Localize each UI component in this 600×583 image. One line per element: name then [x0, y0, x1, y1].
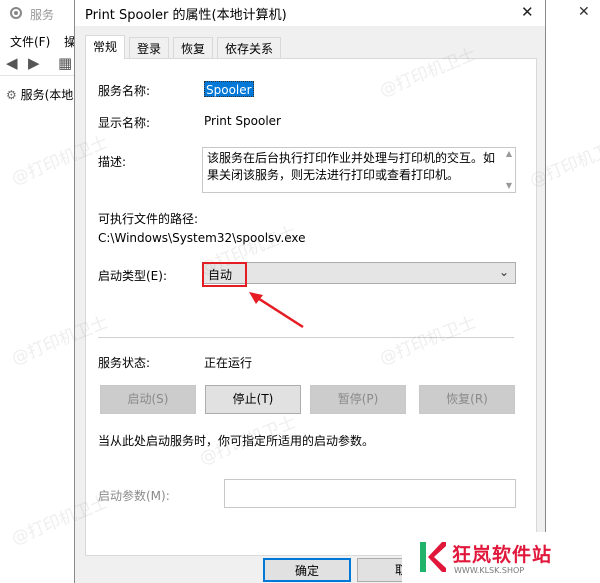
dialog-close-icon[interactable]: ✕: [521, 3, 534, 21]
scroll-down-icon[interactable]: ▼: [504, 181, 514, 191]
general-panel: 服务名称: Spooler 显示名称: Print Spooler 描述: 该服…: [85, 58, 537, 556]
services-right-panel: [544, 0, 600, 583]
ok-button[interactable]: 确定: [263, 558, 351, 582]
close-icon[interactable]: ✕: [578, 4, 590, 20]
services-title: 服务: [30, 8, 55, 22]
service-name-value[interactable]: Spooler: [204, 81, 254, 97]
tab-dependencies[interactable]: 依存关系: [217, 37, 282, 58]
stop-button[interactable]: 停止(T): [205, 385, 301, 414]
start-params-hint: 当从此处启动服务时，你可指定所适用的启动参数。: [98, 434, 375, 448]
forward-arrow-icon[interactable]: ▶: [28, 54, 46, 72]
service-status-value: 正在运行: [204, 356, 253, 370]
dialog-titlebar: Print Spooler 的属性(本地计算机) ✕: [75, 0, 545, 26]
description-textbox[interactable]: 该服务在后台执行打印作业并处理与打印机的交互。如果关闭该服务，则无法进行打印或查…: [202, 147, 516, 193]
logo-url: WWW.KLSK.SHOP: [454, 566, 525, 575]
startup-type-label: 启动类型(E):: [98, 269, 167, 283]
menu-file[interactable]: 文件(F): [10, 33, 50, 50]
path-label: 可执行文件的路径:: [98, 212, 199, 226]
service-status-label: 服务状态:: [98, 356, 151, 370]
tab-recovery[interactable]: 恢复: [173, 37, 214, 58]
logo-k-icon: [420, 542, 446, 572]
start-params-input[interactable]: [224, 479, 516, 508]
startup-type-select[interactable]: 自动 ⌄: [202, 262, 516, 284]
logo-name: 狂岚软件站: [452, 544, 553, 566]
section-divider: [98, 337, 514, 338]
services-toolbar: ◀ ▶ ▦: [0, 52, 80, 76]
tree-item-label: 服务(本地: [20, 88, 74, 102]
services-gear-icon: [10, 7, 22, 19]
properties-dialog: Print Spooler 的属性(本地计算机) ✕ 常规 登录 恢复 依存关系…: [74, 0, 546, 583]
chevron-down-icon: ⌄: [498, 265, 509, 279]
annotation-highlight-box: [202, 262, 247, 287]
annotation-arrow-icon: [249, 292, 304, 329]
display-name-label: 显示名称:: [98, 116, 151, 130]
services-gear-icon: ⚙: [6, 88, 17, 102]
scroll-up-icon[interactable]: ▲: [504, 149, 514, 159]
display-name-value[interactable]: Print Spooler: [204, 114, 281, 128]
start-button[interactable]: 启动(S): [100, 385, 196, 414]
tab-logon[interactable]: 登录: [129, 37, 170, 58]
back-arrow-icon[interactable]: ◀: [6, 54, 24, 72]
site-logo: 狂岚软件站 WWW.KLSK.SHOP: [402, 532, 600, 583]
resume-button[interactable]: 恢复(R): [419, 385, 515, 414]
dialog-title: Print Spooler 的属性(本地计算机): [85, 8, 287, 23]
start-params-label: 启动参数(M):: [98, 489, 170, 503]
pause-button[interactable]: 暂停(P): [310, 385, 406, 414]
tab-strip: 常规 登录 恢复 依存关系: [85, 35, 537, 59]
description-text: 该服务在后台执行打印作业并处理与打印机的交互。如果关闭该服务，则无法进行打印或查…: [207, 151, 496, 182]
service-name-label: 服务名称:: [98, 84, 151, 98]
path-value[interactable]: C:\Windows\System32\spoolsv.exe: [98, 231, 306, 245]
description-label: 描述:: [98, 155, 127, 169]
services-tree: ⚙ 服务(本地: [0, 80, 80, 583]
tab-general[interactable]: 常规: [85, 35, 126, 59]
description-scrollbar[interactable]: ▲ ▼: [503, 148, 515, 192]
